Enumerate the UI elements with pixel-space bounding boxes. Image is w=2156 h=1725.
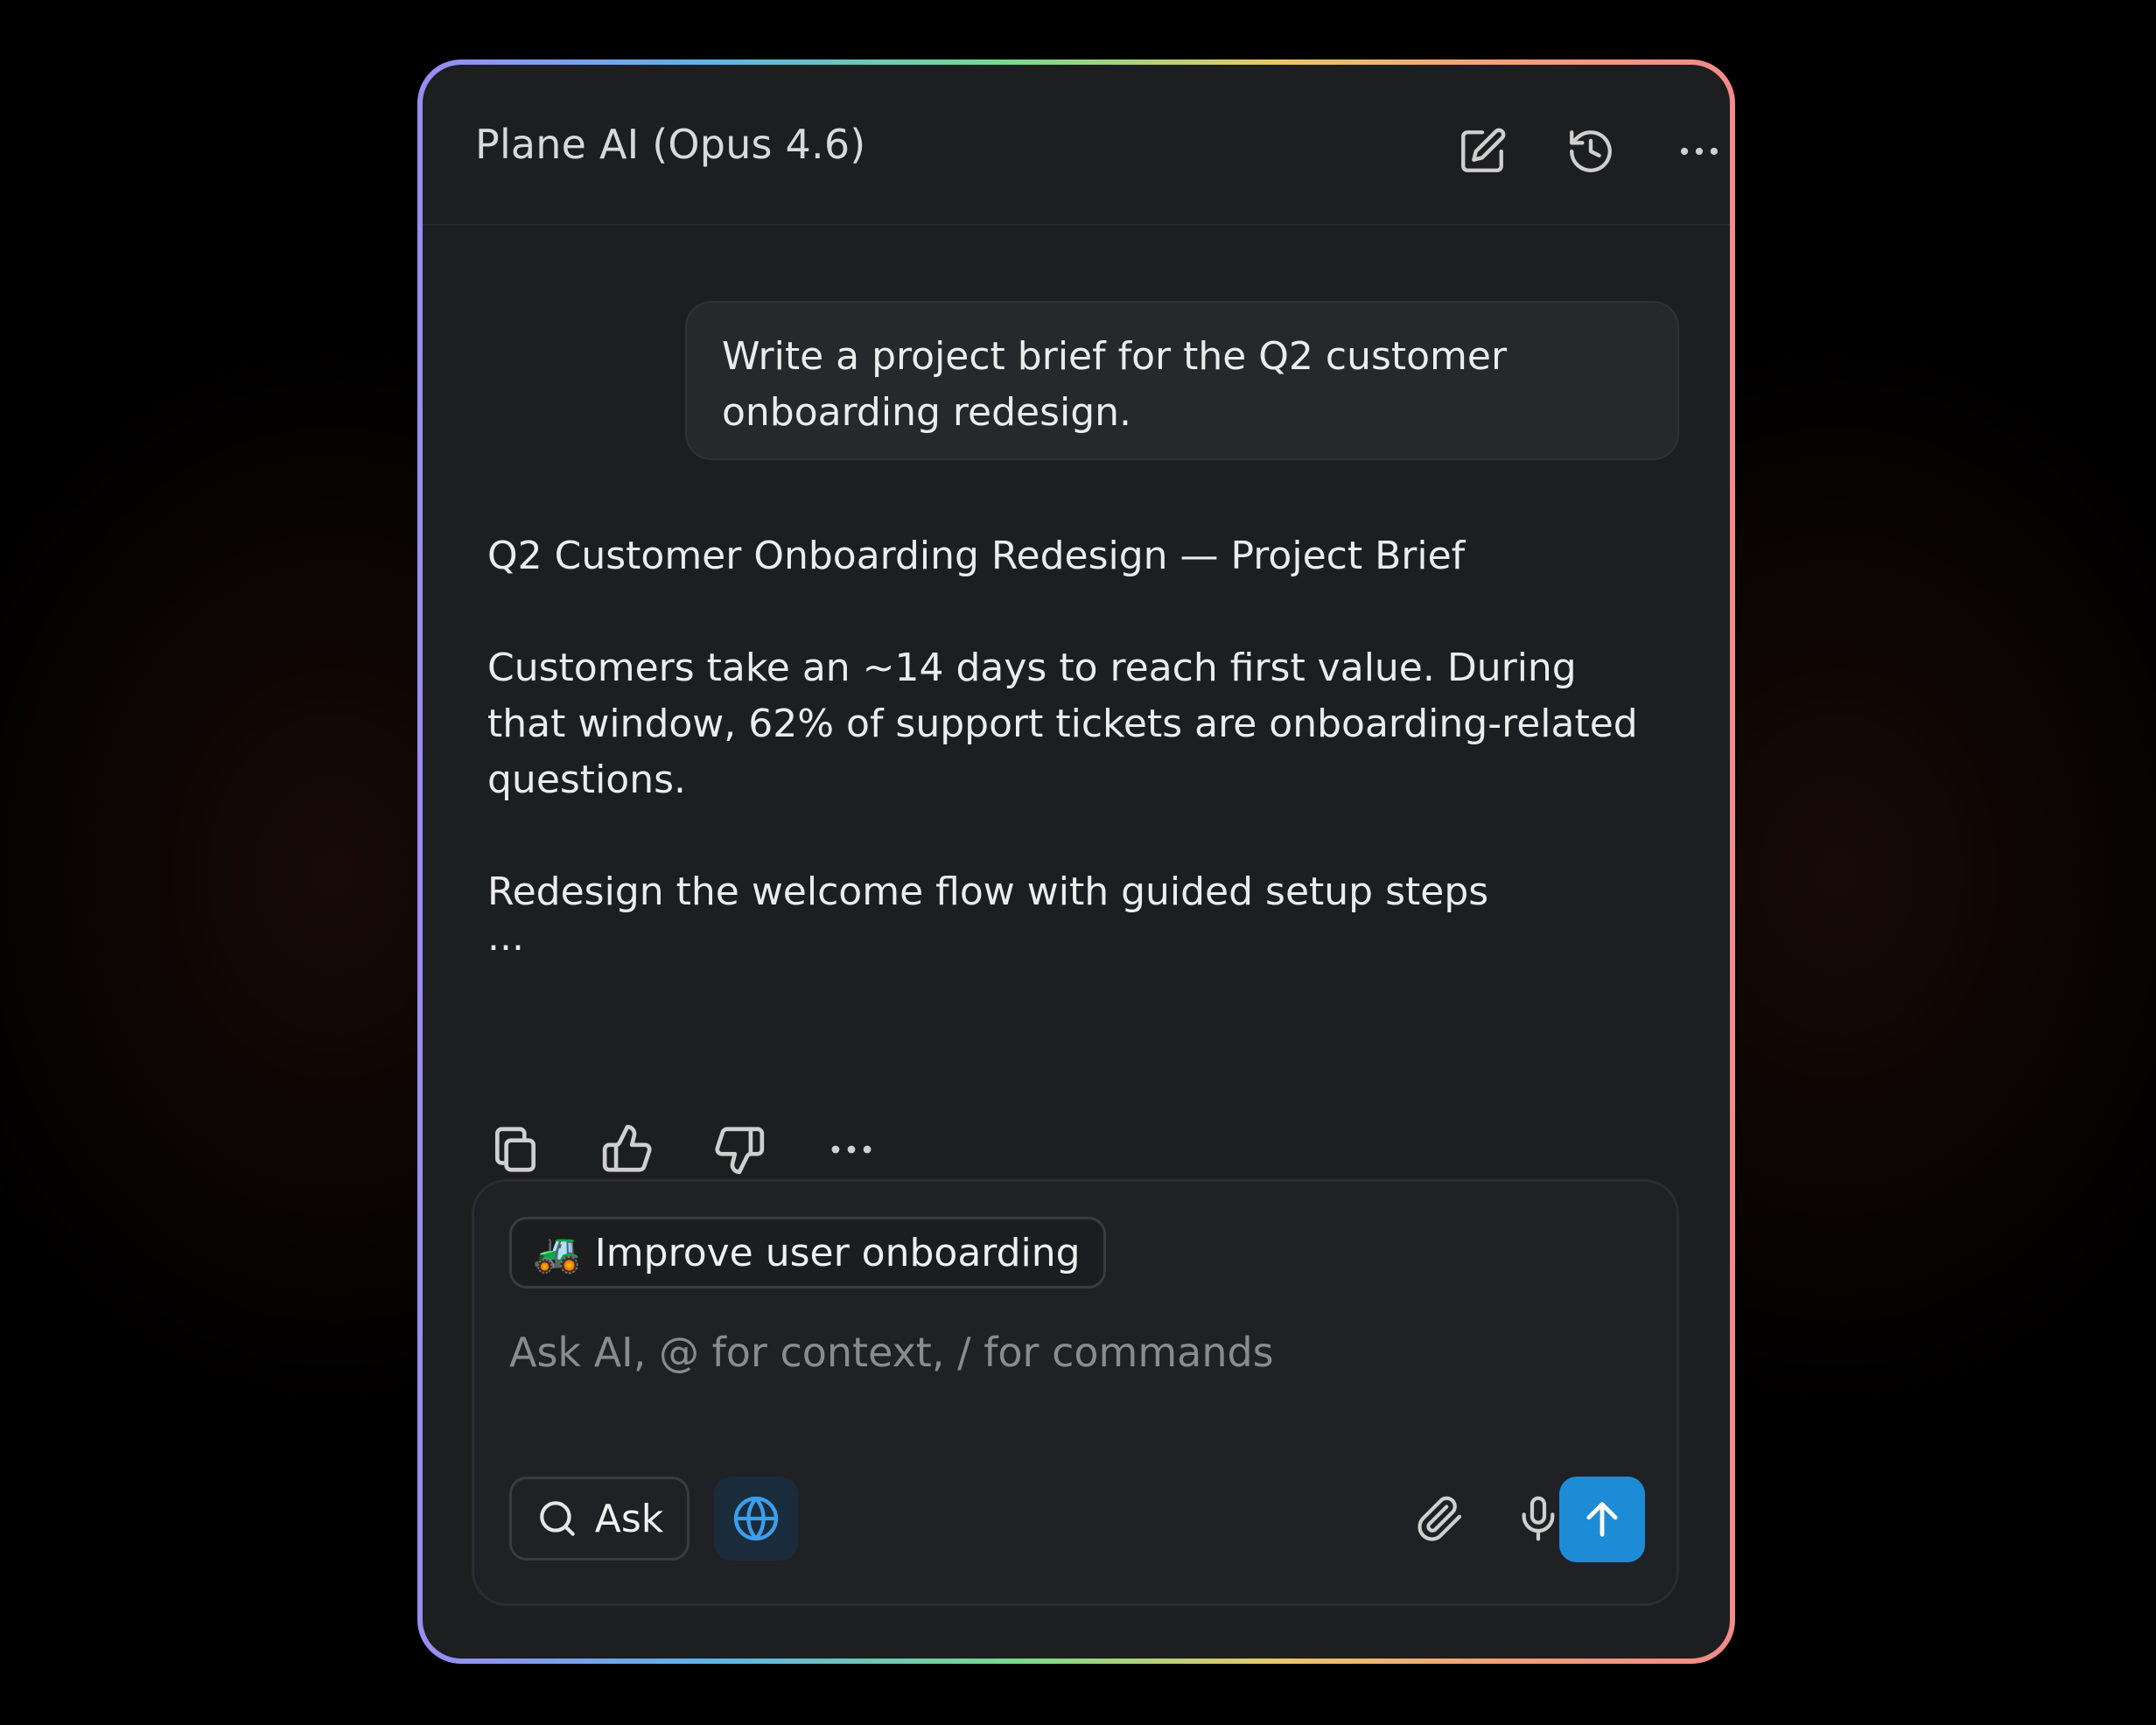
new-chat-icon	[1461, 128, 1506, 172]
user-message-bubble: Write a project brief for the Q2 custome…	[685, 301, 1679, 460]
microphone-icon	[1522, 1496, 1555, 1541]
more-options-button[interactable]	[1669, 121, 1730, 182]
context-chip[interactable]: 🚜 Improve user onboarding	[509, 1217, 1106, 1289]
search-icon	[539, 1501, 575, 1536]
panel-header: Plane AI (Opus 4.6)	[423, 65, 1730, 226]
more-icon	[1680, 147, 1718, 156]
thumbs-up-icon	[602, 1124, 652, 1172]
history-button[interactable]	[1560, 121, 1621, 182]
thumbs-down-button[interactable]	[708, 1118, 771, 1181]
arrow-up-icon	[1586, 1502, 1618, 1537]
ask-mode-label: Ask	[594, 1496, 664, 1541]
send-button[interactable]	[1559, 1477, 1645, 1562]
paperclip-icon	[1418, 1496, 1462, 1541]
response-truncation: ...	[487, 915, 524, 960]
new-chat-button[interactable]	[1452, 121, 1513, 182]
response-paragraph: Redesign the welcome flow with guided se…	[487, 869, 1489, 914]
attach-button[interactable]	[1409, 1487, 1472, 1550]
message-composer: 🚜 Improve user onboarding Ask	[472, 1179, 1679, 1606]
thumbs-down-icon	[715, 1127, 765, 1175]
response-actions	[484, 1114, 883, 1184]
prompt-input[interactable]	[509, 1322, 1629, 1383]
context-chip-label: Improve user onboarding	[594, 1230, 1081, 1275]
thumbs-up-button[interactable]	[596, 1118, 659, 1181]
response-heading: Q2 Customer Onboarding Redesign — Projec…	[487, 534, 1466, 578]
ai-chat-panel: Plane AI (Opus 4.6) Write a project brie…	[423, 65, 1730, 1659]
assistant-response: Q2 Customer Onboarding Redesign — Projec…	[487, 528, 1660, 960]
response-more-button[interactable]	[820, 1118, 883, 1181]
more-icon	[831, 1145, 872, 1154]
globe-icon	[733, 1496, 779, 1541]
web-search-toggle[interactable]	[714, 1477, 798, 1561]
response-paragraph: Customers take an ~14 days to reach firs…	[487, 646, 1638, 802]
copy-button[interactable]	[484, 1118, 547, 1181]
history-icon	[1570, 130, 1612, 172]
tractor-icon: 🚜	[533, 1231, 581, 1275]
ask-mode-button[interactable]: Ask	[509, 1477, 690, 1561]
panel-title: Plane AI (Opus 4.6)	[475, 121, 866, 168]
copy-icon	[495, 1127, 536, 1172]
ai-chat-panel-frame: Plane AI (Opus 4.6) Write a project brie…	[417, 59, 1735, 1664]
